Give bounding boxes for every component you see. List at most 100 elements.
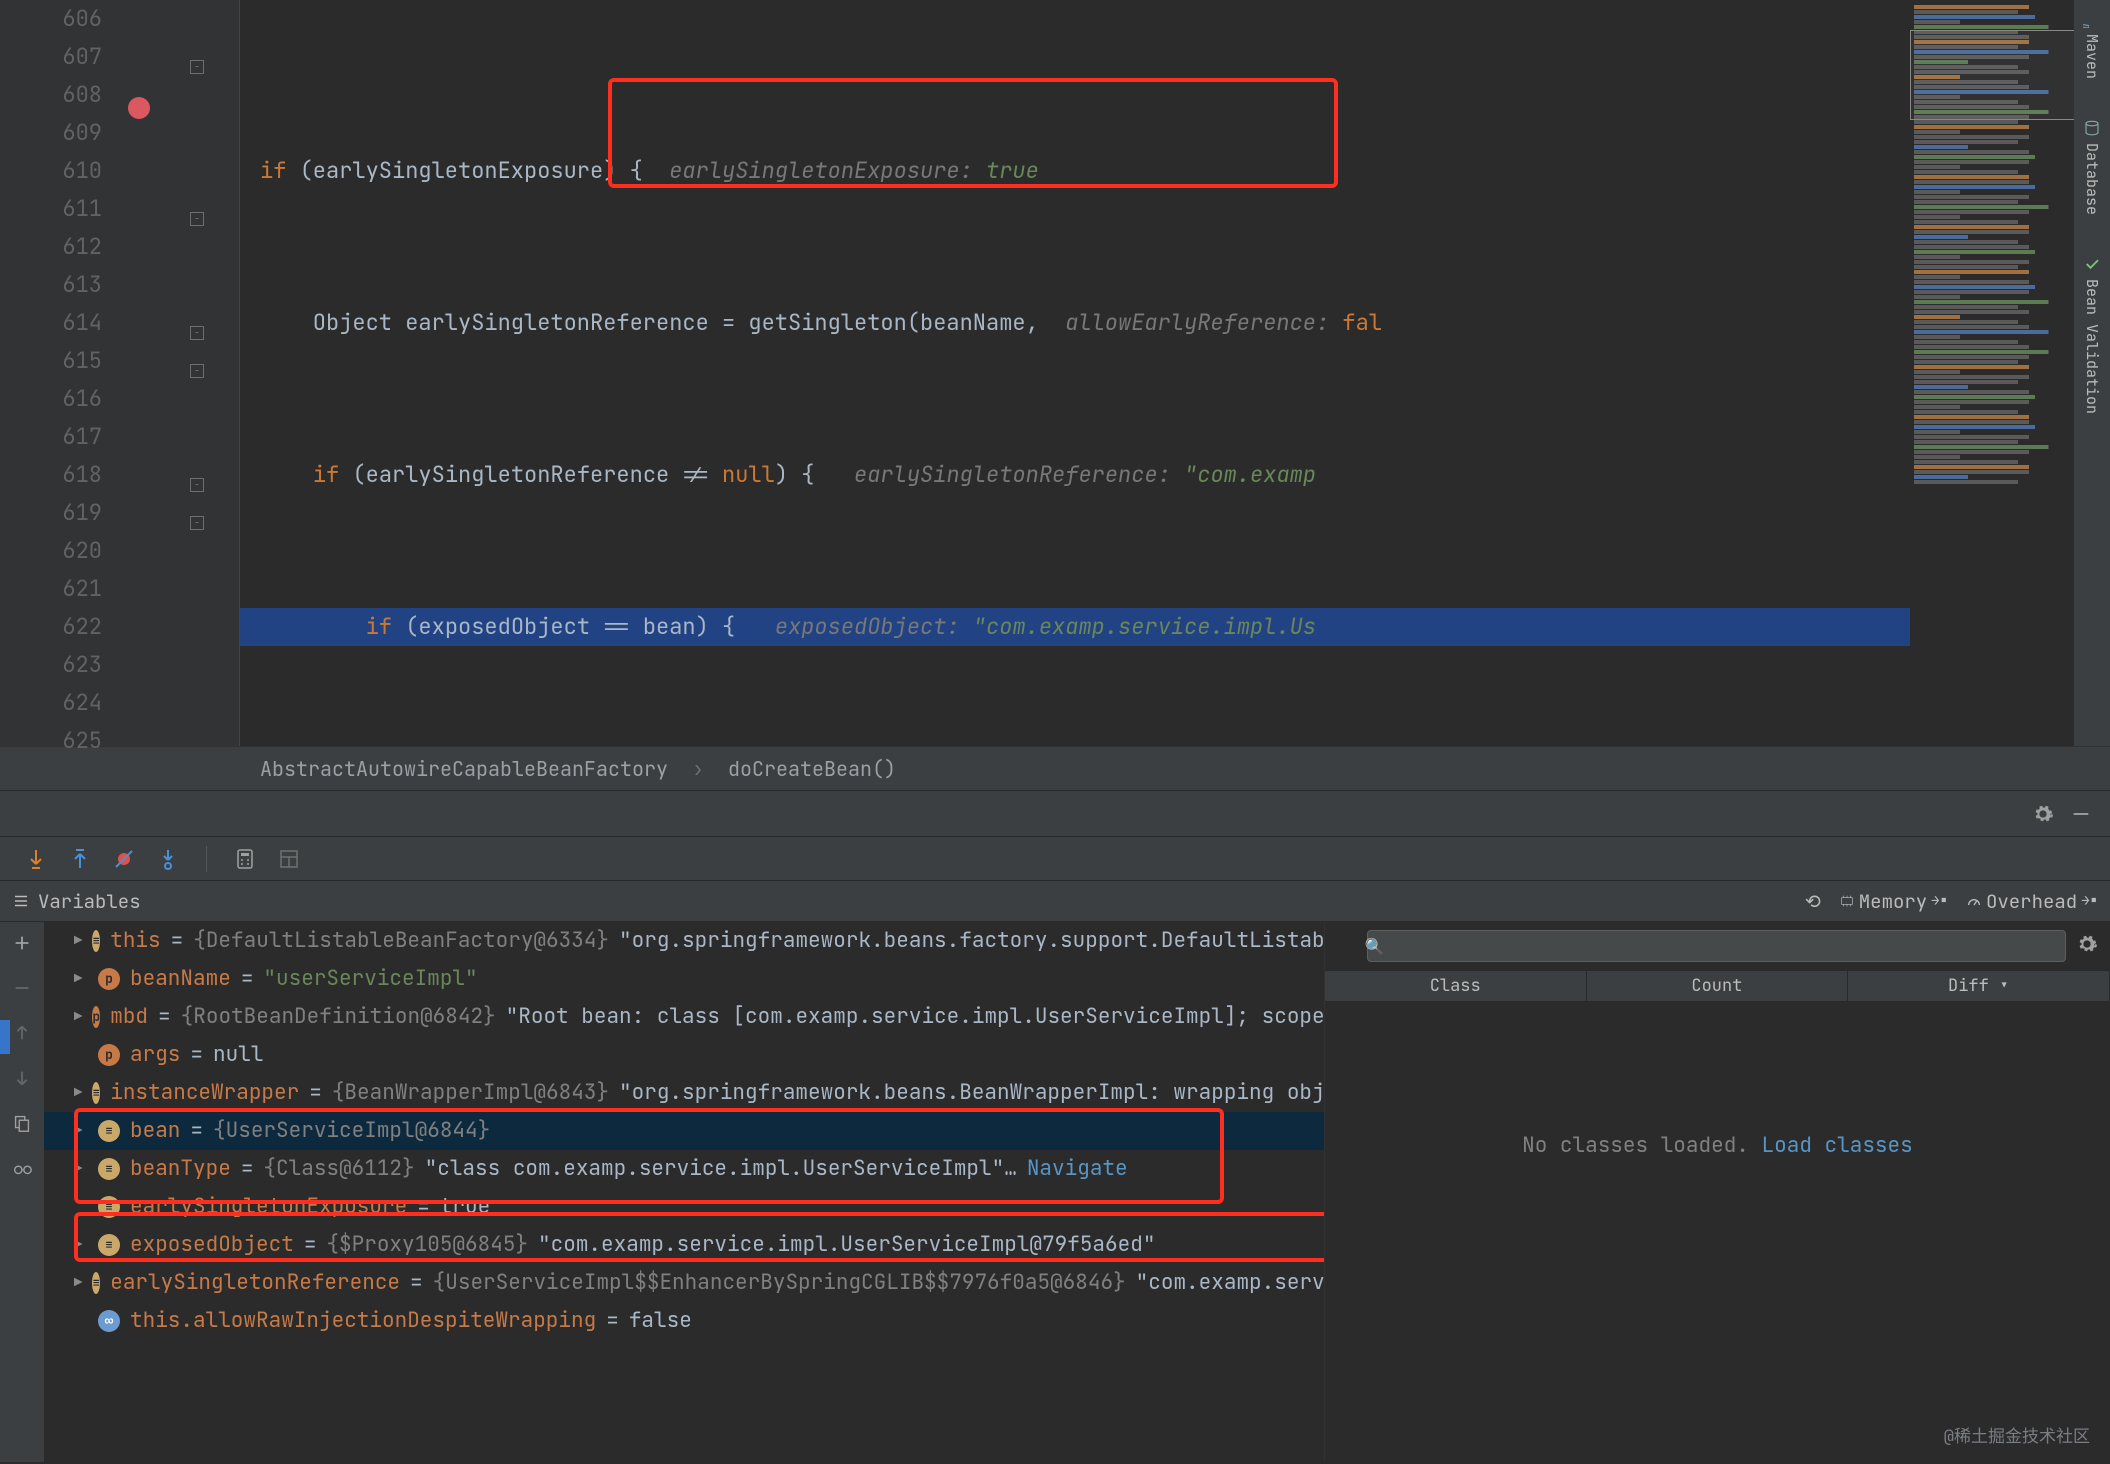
field-badge-icon: ≡ bbox=[98, 1196, 120, 1218]
fold-marker-icon[interactable]: − bbox=[190, 326, 204, 340]
variable-row[interactable]: ▶≡bean = {UserServiceImpl@6844} bbox=[44, 1112, 1324, 1150]
col-count[interactable]: Count bbox=[1587, 971, 1849, 1001]
col-class[interactable]: Class bbox=[1325, 971, 1587, 1001]
variable-object: {DefaultListableBeanFactory@6334} bbox=[193, 922, 609, 960]
equals-sign: = bbox=[417, 1188, 430, 1226]
toolwindow-maven[interactable]: m Maven bbox=[2082, 10, 2102, 79]
equals-sign: = bbox=[241, 1150, 254, 1188]
step-up-icon[interactable] bbox=[68, 847, 92, 871]
list-icon bbox=[12, 892, 30, 910]
variable-value: "org.springframework.beans.factory.suppo… bbox=[619, 922, 1324, 960]
search-icon: 🔍 bbox=[1365, 936, 1385, 957]
variable-row[interactable]: ≡earlySingletonExposure = true bbox=[44, 1188, 1324, 1226]
breadcrumb-method[interactable]: doCreateBean() bbox=[728, 756, 896, 782]
variable-row[interactable]: ▶≡instanceWrapper = {BeanWrapperImpl@684… bbox=[44, 1074, 1324, 1112]
variable-row[interactable]: ▶pmbd = {RootBeanDefinition@6842} "Root … bbox=[44, 998, 1324, 1036]
fold-marker-icon[interactable]: − bbox=[190, 364, 204, 378]
navigate-link[interactable]: Navigate bbox=[1027, 1150, 1128, 1188]
gear-icon[interactable] bbox=[2032, 803, 2054, 825]
step-down-icon[interactable] bbox=[24, 847, 48, 871]
fold-marker-icon[interactable]: − bbox=[190, 516, 204, 530]
code-area[interactable]: if (earlySingletonExposure) { earlySingl… bbox=[240, 0, 1910, 746]
fold-marker-icon[interactable]: − bbox=[190, 478, 204, 492]
glasses-icon[interactable] bbox=[11, 1157, 33, 1184]
field-badge-icon: ≡ bbox=[98, 1234, 120, 1256]
variable-name: mbd bbox=[110, 998, 148, 1036]
variable-value: false bbox=[629, 1302, 692, 1340]
variable-row[interactable]: ▶≡this = {DefaultListableBeanFactory@633… bbox=[44, 922, 1324, 960]
variable-name: beanName bbox=[130, 960, 231, 998]
memory-empty-state: No classes loaded. Load classes bbox=[1325, 1002, 2110, 1462]
expand-icon[interactable]: ▶ bbox=[74, 998, 82, 1036]
class-filter-input[interactable] bbox=[1367, 930, 2066, 962]
chevron-right-icon: › bbox=[692, 756, 704, 782]
variable-name: earlySingletonReference bbox=[110, 1264, 400, 1302]
line-num: 619 bbox=[0, 494, 102, 532]
code-line: if (earlySingletonReference != null) { e… bbox=[240, 456, 1910, 494]
add-watch-icon[interactable] bbox=[11, 932, 33, 959]
expand-icon[interactable]: ▶ bbox=[74, 1226, 88, 1264]
breadcrumb: AbstractAutowireCapableBeanFactory › doC… bbox=[0, 746, 2110, 790]
memory-tab[interactable]: Memory→▪ bbox=[1839, 889, 1948, 914]
equals-sign: = bbox=[190, 1112, 203, 1150]
equals-sign: = bbox=[309, 1074, 322, 1112]
line-num: 612 bbox=[0, 228, 102, 266]
toolwindow-database[interactable]: Database bbox=[2082, 119, 2102, 215]
equals-sign: = bbox=[304, 1226, 317, 1264]
field-badge-icon: ≡ bbox=[92, 930, 100, 952]
minimize-icon[interactable] bbox=[2070, 803, 2092, 825]
variable-row[interactable]: ▶≡exposedObject = {$Proxy105@6845} "com.… bbox=[44, 1226, 1324, 1264]
equals-sign: = bbox=[241, 960, 254, 998]
variable-row[interactable]: ▶≡beanType = {Class@6112} "class com.exa… bbox=[44, 1150, 1324, 1188]
gear-icon[interactable] bbox=[2076, 933, 2098, 960]
line-num: 608 bbox=[0, 76, 102, 114]
up-arrow-icon[interactable] bbox=[11, 1022, 33, 1049]
selection-indicator bbox=[0, 1020, 10, 1054]
variable-row[interactable]: ▶≡earlySingletonReference = {UserService… bbox=[44, 1264, 1324, 1302]
variable-object: {UserServiceImpl@6844} bbox=[213, 1112, 490, 1150]
down-arrow-icon[interactable] bbox=[11, 1067, 33, 1094]
variable-name: beanType bbox=[130, 1150, 231, 1188]
layout-icon[interactable] bbox=[277, 847, 301, 871]
remove-watch-icon[interactable] bbox=[11, 977, 33, 1004]
restore-layout-icon[interactable]: ⟲ bbox=[1805, 889, 1821, 914]
equals-sign: = bbox=[171, 922, 184, 960]
field-badge-icon: ≡ bbox=[92, 1272, 100, 1294]
breakpoint-icon[interactable] bbox=[128, 97, 150, 119]
code-line-current: if (exposedObject == bean) { exposedObje… bbox=[240, 608, 1910, 646]
class-filter-row: 🔍 bbox=[1325, 922, 2110, 970]
expand-icon[interactable]: ▶ bbox=[74, 1150, 88, 1188]
breadcrumb-class[interactable]: AbstractAutowireCapableBeanFactory bbox=[260, 756, 668, 782]
load-classes-link[interactable]: Load classes bbox=[1762, 1132, 1913, 1159]
expand-icon[interactable]: ▶ bbox=[74, 1112, 88, 1150]
calculator-icon[interactable] bbox=[233, 847, 257, 871]
variables-title: Variables bbox=[38, 889, 141, 914]
line-num: 620 bbox=[0, 532, 102, 570]
memory-icon bbox=[1839, 893, 1855, 909]
mute-breakpoints-icon[interactable] bbox=[112, 847, 136, 871]
fold-marker-icon[interactable]: − bbox=[190, 212, 204, 226]
memory-table-header: Class Count Diff ▾ bbox=[1325, 970, 2110, 1002]
overhead-tab[interactable]: Overhead→▪ bbox=[1966, 889, 2098, 914]
variables-tree[interactable]: ▶≡this = {DefaultListableBeanFactory@633… bbox=[44, 922, 1324, 1462]
step-into-icon[interactable] bbox=[156, 847, 180, 871]
expand-icon[interactable]: ▶ bbox=[74, 1074, 82, 1112]
line-num: 609 bbox=[0, 114, 102, 152]
variable-row[interactable]: ∞this.allowRawInjectionDespiteWrapping =… bbox=[44, 1302, 1324, 1340]
copy-icon[interactable] bbox=[11, 1112, 33, 1139]
variable-object: {RootBeanDefinition@6842} bbox=[181, 998, 496, 1036]
expand-icon[interactable]: ▶ bbox=[74, 922, 82, 960]
variable-row[interactable]: ▶pbeanName = "userServiceImpl" bbox=[44, 960, 1324, 998]
variable-row[interactable]: pargs = null bbox=[44, 1036, 1324, 1074]
equals-sign: = bbox=[410, 1264, 423, 1302]
debug-sidebar bbox=[0, 922, 44, 1462]
line-num: 607 bbox=[0, 38, 102, 76]
col-diff[interactable]: Diff ▾ bbox=[1848, 971, 2110, 1001]
code-line: Object earlySingletonReference = getSing… bbox=[240, 304, 1910, 342]
fold-marker-icon[interactable]: − bbox=[190, 60, 204, 74]
line-num: 623 bbox=[0, 646, 102, 684]
expand-icon[interactable]: ▶ bbox=[74, 1264, 82, 1302]
toolwindow-bean-validation[interactable]: Bean Validation bbox=[2082, 255, 2102, 414]
variable-value: "com.examp.service.impl.Use bbox=[1136, 1264, 1324, 1302]
expand-icon[interactable]: ▶ bbox=[74, 960, 88, 998]
